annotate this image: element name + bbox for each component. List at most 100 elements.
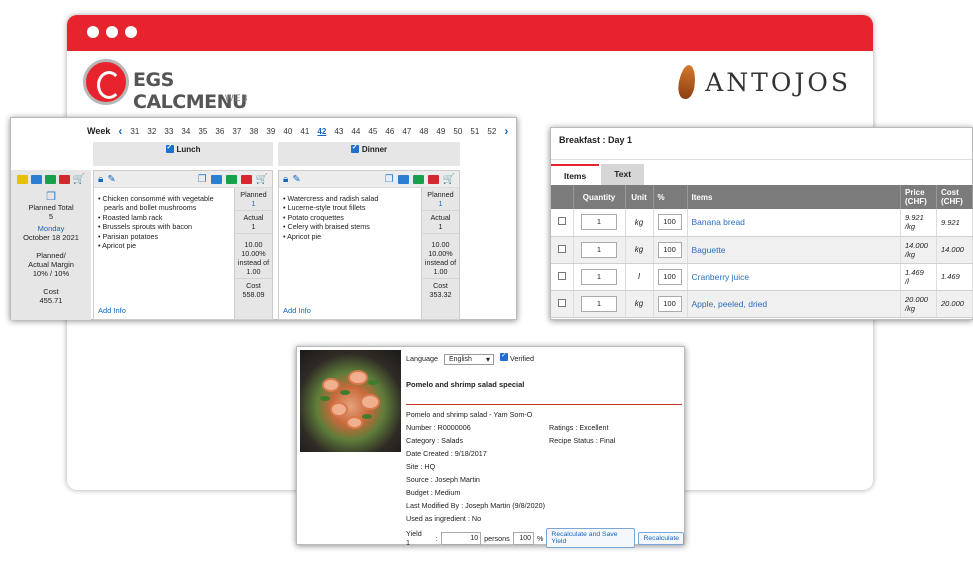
row-checkbox[interactable] <box>557 298 566 307</box>
dinner-checkbox[interactable] <box>350 143 359 153</box>
week-number[interactable]: 52 <box>483 127 500 136</box>
week-number[interactable]: 45 <box>364 127 381 136</box>
logo-main-text: EGS CALCMENU <box>133 69 247 113</box>
item-link[interactable]: Banana bread <box>692 217 745 227</box>
recipe-used-as-ingredient: Used as ingredient : No <box>406 514 482 523</box>
quantity-input[interactable]: 1 <box>581 241 617 258</box>
recipe-last-modified: Last Modified By : Joseph Martin (9/8/20… <box>406 501 546 510</box>
dinner-add-info-link[interactable]: Add Info <box>283 306 311 315</box>
week-number[interactable]: 43 <box>330 127 347 136</box>
lunch-add-info-link[interactable]: Add Info <box>98 306 126 315</box>
percent-input[interactable]: 100 <box>657 214 682 231</box>
breakfast-items-table: Quantity Unit % Items Price (CHF) Cost (… <box>551 185 973 318</box>
copy-icon[interactable]: ❐ <box>385 174 394 185</box>
week-number[interactable]: 34 <box>177 127 194 136</box>
margin-target: 1.00 <box>246 267 261 276</box>
cart-icon[interactable]: 🛒 <box>256 174 268 184</box>
week-number[interactable]: 41 <box>296 127 313 136</box>
yield-input[interactable]: 10 <box>440 531 482 545</box>
week-number[interactable]: 31 <box>126 127 143 136</box>
lunch-item[interactable]: • Parisian potatoes <box>98 232 230 241</box>
planned-value[interactable]: 1 <box>439 199 443 208</box>
week-number[interactable]: 50 <box>449 127 466 136</box>
print-green-icon[interactable] <box>225 174 237 184</box>
percent-input[interactable]: 100 <box>657 268 682 285</box>
col-cost: Cost (CHF) <box>936 185 973 209</box>
dinner-title: Dinner <box>361 145 388 154</box>
week-number[interactable]: 46 <box>381 127 398 136</box>
cart-icon[interactable]: 🛒 <box>73 175 85 185</box>
week-number[interactable]: 47 <box>398 127 415 136</box>
lunch-item[interactable]: • Apricot pie <box>98 241 230 250</box>
dinner-item[interactable]: • Potato croquettes <box>283 213 417 222</box>
week-number[interactable]: 44 <box>347 127 364 136</box>
percent-input[interactable]: 100 <box>657 241 682 258</box>
week-number[interactable]: 33 <box>160 127 177 136</box>
copy-icon[interactable]: ❐ <box>11 190 91 203</box>
row-checkbox[interactable] <box>557 244 566 253</box>
quantity-input[interactable]: 1 <box>581 214 617 231</box>
week-number[interactable]: 38 <box>245 127 262 136</box>
week-number[interactable]: 42 <box>313 127 330 136</box>
print-green-icon[interactable] <box>412 174 424 184</box>
week-number[interactable]: 36 <box>211 127 228 136</box>
tab-items[interactable]: Items <box>551 164 600 186</box>
print-red-icon[interactable] <box>427 174 439 184</box>
dinner-item[interactable]: • Celery with braised stems <box>283 222 417 231</box>
edit-icon[interactable]: ✎ <box>107 174 115 185</box>
persons-label: persons <box>484 533 510 543</box>
item-link[interactable]: Apple, peeled, dried <box>692 299 768 309</box>
print-blue-icon[interactable] <box>30 175 42 184</box>
prev-week-icon[interactable]: ‹ <box>118 124 122 138</box>
print-yellow-icon[interactable] <box>16 175 28 184</box>
lock-icon[interactable]: 🔒︎ <box>98 174 103 185</box>
quantity-input[interactable]: 1 <box>581 268 617 285</box>
week-number[interactable]: 48 <box>415 127 432 136</box>
edit-icon[interactable]: ✎ <box>292 174 300 185</box>
week-number[interactable]: 51 <box>466 127 483 136</box>
price-unit: /kg <box>905 303 916 313</box>
lunch-checkbox[interactable] <box>165 143 174 153</box>
item-link[interactable]: Baguette <box>692 245 726 255</box>
quantity-input[interactable]: 1 <box>581 295 617 312</box>
print-green-icon[interactable] <box>44 175 56 184</box>
price-unit: /l <box>905 276 909 286</box>
week-number[interactable]: 49 <box>432 127 449 136</box>
dinner-item[interactable]: • Lucerne-style trout fillets <box>283 203 417 212</box>
yield-label: Yield 1 <box>406 529 422 547</box>
lock-icon[interactable]: 🔒︎ <box>283 174 288 185</box>
cost-value: 455.71 <box>39 296 63 305</box>
lunch-item[interactable]: • Brussels sprouts with bacon <box>98 222 230 231</box>
print-blue-icon[interactable] <box>397 174 409 184</box>
dinner-item[interactable]: • Watercress and radish salad <box>283 194 417 203</box>
recalculate-save-yield-button[interactable]: Recalculate and Save Yield <box>546 528 636 548</box>
recalculate-button[interactable]: Recalculate <box>638 531 684 545</box>
copy-icon[interactable]: ❐ <box>198 174 207 185</box>
item-link[interactable]: Cranberry juice <box>692 272 750 282</box>
print-red-icon[interactable] <box>240 174 252 184</box>
dinner-item[interactable]: • Apricot pie <box>283 232 417 241</box>
week-number[interactable]: 39 <box>262 127 279 136</box>
percent-input[interactable]: 100 <box>512 531 534 545</box>
week-number[interactable]: 37 <box>228 127 245 136</box>
actual-label: Actual <box>243 213 264 222</box>
print-blue-icon[interactable] <box>210 174 222 184</box>
print-red-icon[interactable] <box>58 175 70 184</box>
row-checkbox[interactable] <box>557 271 566 280</box>
col-price: Price (CHF) <box>900 185 937 209</box>
percent-input[interactable]: 100 <box>657 295 682 312</box>
row-checkbox[interactable] <box>557 217 566 226</box>
next-week-icon[interactable]: › <box>504 124 508 138</box>
language-select[interactable]: English <box>443 354 494 365</box>
week-number[interactable]: 40 <box>279 127 296 136</box>
lunch-item[interactable]: • Chicken consommé with vegetable pearls… <box>98 194 230 213</box>
lunch-item[interactable]: • Roasted lamb rack <box>98 213 230 222</box>
week-number[interactable]: 32 <box>143 127 160 136</box>
week-number[interactable]: 35 <box>194 127 211 136</box>
planned-value[interactable]: 1 <box>252 199 256 208</box>
verified-checkbox[interactable] <box>499 351 508 361</box>
day-date: October 18 2021 <box>23 233 79 242</box>
margin-label-1: Planned/ <box>36 251 66 260</box>
cart-icon[interactable]: 🛒 <box>443 174 455 184</box>
tab-text[interactable]: Text <box>601 164 645 186</box>
